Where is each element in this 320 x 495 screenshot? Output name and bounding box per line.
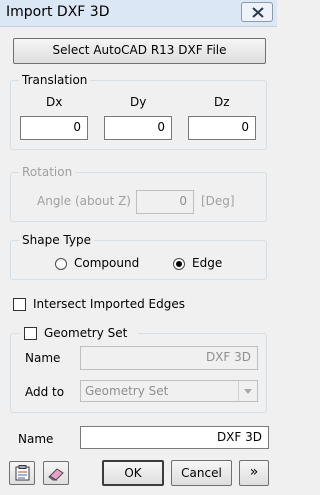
geometry-set-checkbox[interactable] [24,327,37,340]
more-button[interactable]: » [239,460,269,486]
chevron-down-icon [238,381,257,401]
cancel-button[interactable]: Cancel [171,460,232,486]
angle-unit: [Deg] [201,194,235,208]
translation-legend: Translation [22,73,88,87]
window-title: Import DXF 3D [6,4,110,20]
geometry-set-label: Geometry Set [44,326,128,340]
shape-type-legend: Shape Type [22,233,91,247]
edge-radio[interactable] [173,258,185,270]
compound-label: Compound [74,256,140,270]
add-to-label: Add to [25,385,65,399]
eraser-button[interactable] [43,461,69,485]
intersect-edges-label: Intersect Imported Edges [33,297,186,311]
angle-label: Angle (about Z) [37,194,131,208]
angle-input[interactable]: 0 [136,190,194,214]
clipboard-icon [15,465,30,481]
add-to-value: Geometry Set [85,384,169,398]
geometry-set-name-input[interactable]: DXF 3D [80,346,258,370]
geometry-set-name-label: Name [25,351,61,365]
clipboard-button[interactable] [9,461,35,485]
name-input[interactable]: DXF 3D [80,426,269,449]
edge-label: Edge [192,256,223,270]
ok-button[interactable]: OK [102,460,164,486]
dy-label: Dy [130,95,147,109]
close-icon [252,7,264,18]
intersect-edges-checkbox[interactable] [13,298,26,311]
dy-input[interactable]: 0 [104,116,172,140]
compound-radio[interactable] [55,258,67,270]
title-bar: Import DXF 3D [0,0,277,27]
dx-input[interactable]: 0 [20,116,88,140]
name-label: Name [18,432,54,446]
add-to-select[interactable]: Geometry Set [80,380,258,402]
dx-label: Dx [46,95,63,109]
dz-label: Dz [214,95,230,109]
select-dxf-file-button[interactable]: Select AutoCAD R13 DXF File [13,38,266,64]
dz-input[interactable]: 0 [188,116,256,140]
rotation-legend: Rotation [22,165,73,179]
close-button[interactable] [241,2,273,22]
eraser-icon [48,468,64,481]
